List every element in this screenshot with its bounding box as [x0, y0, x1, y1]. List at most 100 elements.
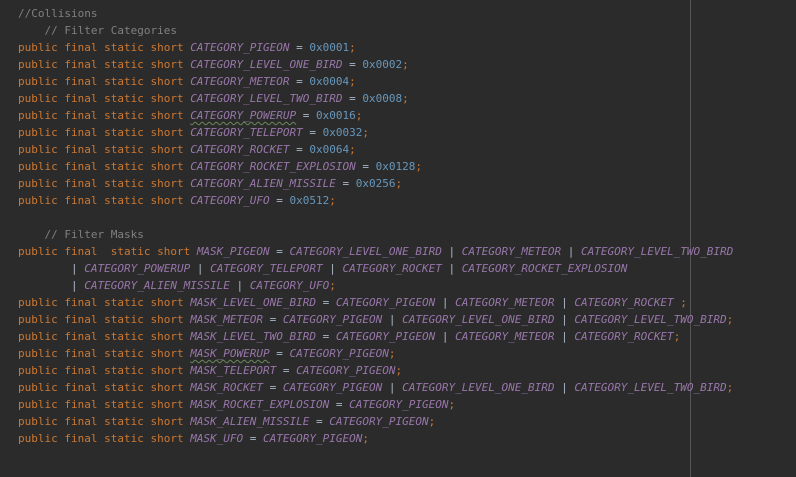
code-line[interactable]: public final static short MASK_UFO = CAT…	[18, 430, 733, 447]
code-line[interactable]: public final static short MASK_TELEPORT …	[18, 362, 733, 379]
keyword-token: public final static short	[18, 126, 191, 139]
number-token: 0x0008	[362, 92, 403, 105]
number-token: 0x0016	[316, 109, 356, 122]
code-line[interactable]: public final static short CATEGORY_LEVEL…	[18, 90, 733, 107]
code-line[interactable]: public final static short CATEGORY_ROCKE…	[18, 158, 733, 175]
constant-token: CATEGORY_LEVEL_ONE_BIRD	[402, 313, 555, 326]
operator-token: |	[382, 313, 403, 326]
code-line[interactable]: //Collisions	[18, 5, 733, 22]
operator-token: |	[229, 279, 250, 292]
code-line[interactable]: public final static short CATEGORY_LEVEL…	[18, 56, 733, 73]
code-line[interactable]: // Filter Categories	[18, 22, 733, 39]
keyword-token: ;	[395, 364, 403, 377]
code-line[interactable]: public final static short MASK_LEVEL_ONE…	[18, 294, 733, 311]
keyword-token: public final static short	[18, 296, 191, 309]
code-area[interactable]: //Collisions // Filter Categories public …	[18, 5, 733, 447]
operator-token: |	[322, 262, 343, 275]
constant-token: MASK_TELEPORT	[190, 364, 277, 377]
constant-token: CATEGORY_METEOR	[455, 296, 555, 309]
operator-token: |	[435, 296, 456, 309]
constant-token: CATEGORY_ROCKET_EXPLOSION	[461, 262, 628, 275]
constant-token: CATEGORY_LEVEL_ONE_BIRD	[190, 58, 343, 71]
constant-token: MASK_LEVEL_ONE_BIRD	[190, 296, 317, 309]
constant-token: CATEGORY_LEVEL_TWO_BIRD	[574, 381, 727, 394]
code-line[interactable]: public final static short MASK_PIGEON = …	[18, 243, 733, 260]
operator-token: |	[561, 245, 581, 258]
code-line[interactable]: | CATEGORY_ALIEN_MISSILE | CATEGORY_UFO;	[18, 277, 733, 294]
comment-token: //Collisions	[18, 7, 98, 20]
keyword-token: ;	[673, 330, 681, 343]
code-line[interactable]: public final static short CATEGORY_ROCKE…	[18, 141, 733, 158]
operator-token: |	[554, 296, 575, 309]
keyword-token: ;	[349, 75, 356, 88]
operator-token: |	[554, 381, 575, 394]
constant-token: CATEGORY_PIGEON	[349, 398, 449, 411]
code-line[interactable]	[18, 209, 733, 226]
keyword-token: public final static short	[18, 92, 191, 105]
code-line[interactable]: public final static short CATEGORY_UFO =…	[18, 192, 733, 209]
keyword-token: public final static short	[18, 364, 191, 377]
constant-token: CATEGORY_METEOR	[461, 245, 562, 258]
comment-token: // Filter Categories	[18, 24, 177, 37]
code-editor[interactable]: //Collisions // Filter Categories public …	[0, 0, 796, 477]
keyword-token: ;	[402, 92, 409, 105]
constant-token: CATEGORY_PIGEON	[263, 432, 363, 445]
operator-token: =	[355, 160, 376, 173]
code-line[interactable]: public final static short CATEGORY_METEO…	[18, 73, 733, 90]
code-line[interactable]: public final static short CATEGORY_TELEP…	[18, 124, 733, 141]
constant-token: CATEGORY_PIGEON	[289, 347, 389, 360]
constant-token: MASK_UFO	[190, 432, 244, 445]
code-line[interactable]: public final static short MASK_LEVEL_TWO…	[18, 328, 733, 345]
comment-token: // Filter Masks	[18, 228, 144, 241]
constant-token: CATEGORY_LEVEL_TWO_BIRD	[580, 245, 734, 258]
code-line[interactable]: public final static short MASK_ROCKET_EX…	[18, 396, 733, 413]
operator-token: =	[296, 109, 317, 122]
constant-token: CATEGORY_PIGEON	[329, 415, 429, 428]
operator-token: =	[329, 398, 350, 411]
code-line[interactable]: | CATEGORY_POWERUP | CATEGORY_TELEPORT |…	[18, 260, 733, 277]
code-line[interactable]: public final static short CATEGORY_ALIEN…	[18, 175, 733, 192]
constant-token: CATEGORY_PIGEON	[282, 313, 383, 326]
code-line[interactable]: public final static short MASK_ALIEN_MIS…	[18, 413, 733, 430]
constant-token: CATEGORY_ROCKET_EXPLOSION	[190, 160, 356, 173]
keyword-token: public final static short	[18, 75, 191, 88]
keyword-token: ;	[415, 160, 423, 173]
number-token: 0x0004	[309, 75, 350, 88]
keyword-token: public final static short	[18, 313, 191, 326]
constant-token: CATEGORY_ALIEN_MISSILE	[190, 177, 336, 190]
code-line[interactable]: public final static short MASK_POWERUP =…	[18, 345, 733, 362]
code-line[interactable]: // Filter Masks	[18, 226, 733, 243]
keyword-token: public final static short	[18, 109, 191, 122]
keyword-token: ;	[673, 296, 687, 309]
keyword-token: public final static short	[18, 347, 191, 360]
operator-token: =	[243, 432, 264, 445]
code-line[interactable]: public final static short MASK_METEOR = …	[18, 311, 733, 328]
operator-token: =	[263, 381, 283, 394]
keyword-token: ;	[329, 194, 336, 207]
keyword-token: ;	[329, 279, 336, 292]
keyword-token: public final static short	[18, 330, 191, 343]
operator-token: =	[335, 177, 356, 190]
constant-token: CATEGORY_PIGEON	[335, 330, 436, 343]
number-token: 0x0512	[289, 194, 330, 207]
constant-token: CATEGORY_LEVEL_TWO_BIRD	[190, 92, 343, 105]
constant-token: MASK_LEVEL_TWO_BIRD	[190, 330, 317, 343]
code-line[interactable]: public final static short CATEGORY_POWER…	[18, 107, 733, 124]
constant-token: CATEGORY_TELEPORT	[190, 126, 303, 139]
keyword-token: public final static short	[18, 194, 191, 207]
constant-token: CATEGORY_LEVEL_TWO_BIRD	[574, 313, 727, 326]
keyword-token: ;	[395, 177, 403, 190]
operator-token: =	[289, 41, 310, 54]
constant-token: CATEGORY_ROCKET	[574, 330, 674, 343]
operator-token: =	[289, 75, 310, 88]
constant-token: CATEGORY_METEOR	[455, 330, 555, 343]
constant-token: CATEGORY_TELEPORT	[210, 262, 323, 275]
operator-token: =	[316, 330, 336, 343]
operator-token: =	[269, 245, 290, 258]
constant-token: CATEGORY_ROCKET	[342, 262, 442, 275]
code-line[interactable]: public final static short CATEGORY_PIGEO…	[18, 39, 733, 56]
operator-token: |	[190, 262, 211, 275]
code-line[interactable]: public final static short MASK_ROCKET = …	[18, 379, 733, 396]
constant-token: CATEGORY_PIGEON	[296, 364, 396, 377]
operator-token: |	[554, 330, 575, 343]
